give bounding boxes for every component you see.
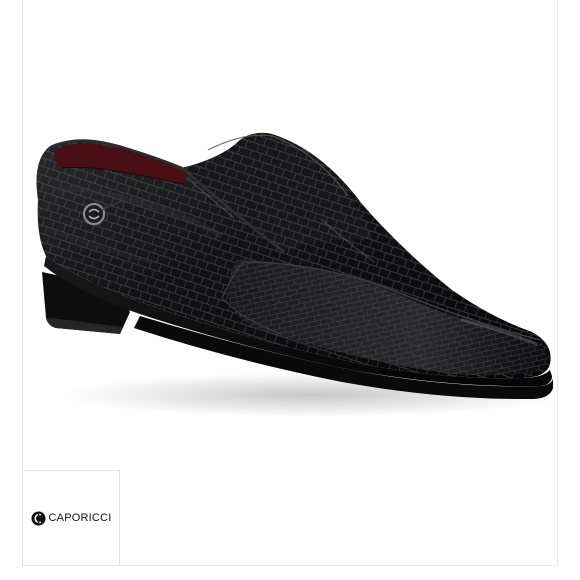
listing-page: CAPORICCI: [0, 0, 580, 580]
brand-logo-tile[interactable]: CAPORICCI: [22, 470, 120, 566]
product-photo[interactable]: [22, 0, 558, 470]
brand-name: CAPORICCI: [48, 512, 112, 524]
shoe-illustration: [36, 132, 558, 417]
caporicci-c-logo-icon: [31, 510, 46, 526]
brand-logo: CAPORICCI: [31, 510, 112, 526]
